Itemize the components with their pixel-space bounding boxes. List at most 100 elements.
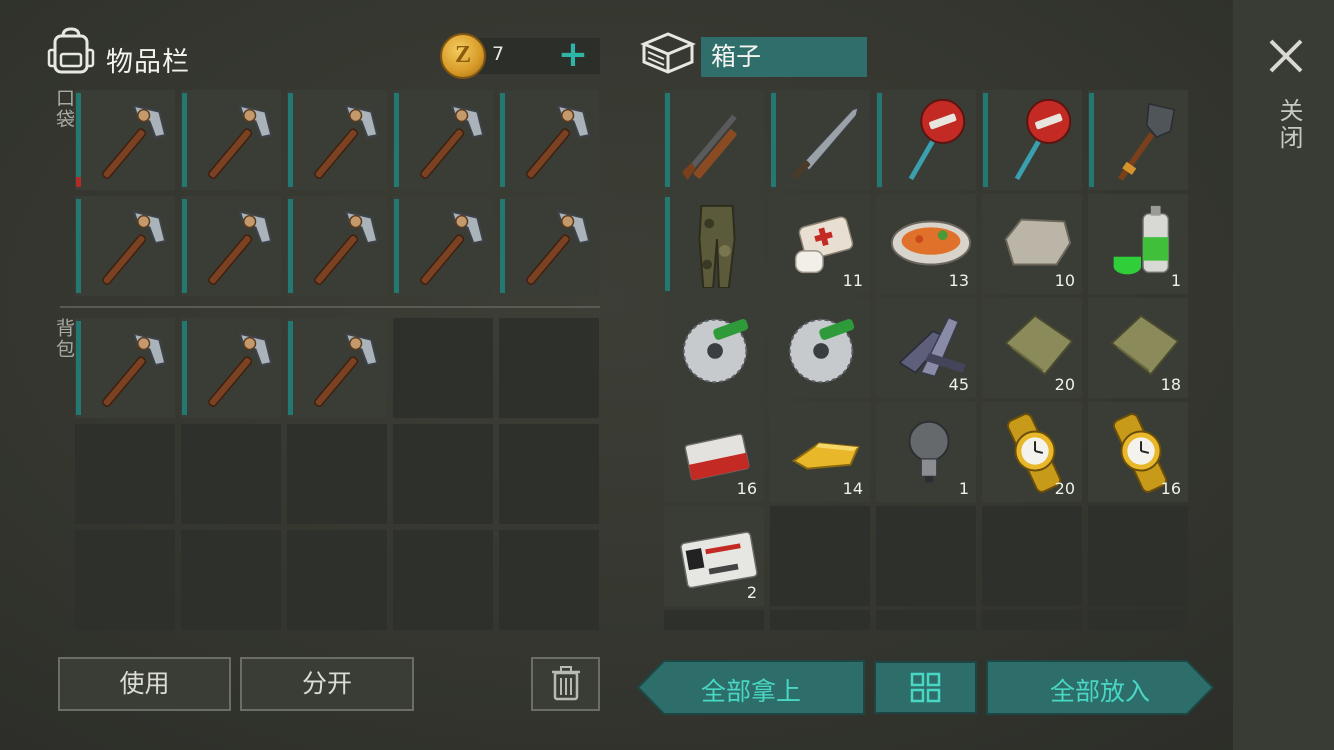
saw-blade-icon (682, 318, 749, 384)
durability-bar (76, 199, 81, 293)
shovel-icon (1118, 102, 1176, 181)
box-slot[interactable]: 18 (1088, 298, 1188, 398)
box-slot[interactable] (770, 298, 870, 398)
take-all-button[interactable]: 全部拿上 (636, 660, 866, 715)
box-grid-more-rows[interactable] (664, 610, 1188, 630)
durability-bar (500, 199, 505, 293)
backpack-slot[interactable] (181, 424, 281, 524)
add-coins-button[interactable]: + (558, 33, 588, 77)
backpack-slot[interactable] (499, 424, 599, 524)
pocket-slot[interactable] (181, 196, 281, 296)
trash-icon (552, 666, 580, 701)
close-icon[interactable] (1268, 38, 1304, 74)
backpack-slot[interactable] (75, 530, 175, 630)
durability-bar (394, 199, 399, 293)
pocket-grid (75, 90, 599, 296)
backpack-slot[interactable] (499, 318, 599, 418)
box-name-field[interactable]: 箱子 (701, 37, 867, 77)
box-slot[interactable] (1088, 506, 1188, 606)
stop-sign-axe-icon (1014, 98, 1072, 181)
use-button[interactable]: 使用 (58, 657, 231, 711)
box-slot[interactable]: 45 (876, 298, 976, 398)
backpack-slot[interactable] (287, 530, 387, 630)
sort-button[interactable] (874, 661, 977, 714)
box-slot[interactable] (770, 506, 870, 606)
durability-bar (182, 321, 187, 415)
item-quantity: 1 (1170, 271, 1181, 290)
item-quantity: 45 (948, 375, 969, 394)
box-slot[interactable]: 16 (1088, 402, 1188, 502)
item-quantity: 16 (1160, 479, 1181, 498)
split-button[interactable]: 分开 (240, 657, 414, 711)
durability-bar (76, 321, 81, 415)
machete-icon (791, 106, 860, 179)
box-slot[interactable]: 16 (664, 402, 764, 502)
pickaxe-icon (420, 210, 485, 285)
pickaxe-icon (314, 332, 379, 407)
pickaxe-icon (314, 210, 379, 285)
box-slot[interactable]: 10 (982, 194, 1082, 294)
durability-bar (500, 93, 505, 187)
box-slot[interactable]: 11 (770, 194, 870, 294)
inventory-title: 物品栏 (106, 47, 190, 78)
backpack-slot[interactable] (393, 530, 493, 630)
durability-bar (1089, 93, 1094, 187)
pocket-slot[interactable] (499, 196, 599, 296)
box-slot[interactable]: 13 (876, 194, 976, 294)
pocket-slot[interactable] (75, 90, 175, 190)
backpack-slot[interactable] (181, 318, 281, 418)
box-icon (640, 28, 696, 78)
box-slot[interactable] (876, 90, 976, 190)
backpack-icon (46, 26, 96, 76)
coin-counter: 7 + (440, 33, 600, 79)
box-slot[interactable] (664, 194, 764, 294)
box-slot[interactable]: 14 (770, 402, 870, 502)
durability-bar (983, 93, 988, 187)
backpack-slot[interactable] (393, 318, 493, 418)
durability-bar (665, 197, 670, 291)
box-slot[interactable] (664, 298, 764, 398)
box-slot[interactable]: 20 (982, 298, 1082, 398)
backpack-slot[interactable] (499, 530, 599, 630)
box-slot[interactable] (770, 90, 870, 190)
box-slot[interactable] (664, 90, 764, 190)
rifle-icon (681, 114, 737, 181)
backpack-slot[interactable] (393, 424, 493, 524)
close-label[interactable]: 关闭 (1272, 98, 1307, 152)
pickaxe-icon (208, 104, 273, 179)
box-slot[interactable]: 1 (1088, 194, 1188, 294)
pocket-slot[interactable] (181, 90, 281, 190)
durability-bar (182, 199, 187, 293)
divider (60, 306, 600, 308)
camo-pants-icon (698, 204, 736, 288)
pocket-slot[interactable] (393, 90, 493, 190)
box-slot[interactable] (982, 506, 1082, 606)
backpack-slot[interactable] (75, 318, 175, 418)
durability-bar (182, 93, 187, 187)
pickaxe-icon (102, 332, 167, 407)
durability-bar (288, 199, 293, 293)
box-slot[interactable]: 20 (982, 402, 1082, 502)
box-grid: 11 13 10 1 45 20 18 16 14 1 20 16 2 (664, 90, 1188, 606)
pocket-slot[interactable] (287, 196, 387, 296)
put-all-button[interactable]: 全部放入 (985, 660, 1215, 715)
backpack-slot[interactable] (181, 530, 281, 630)
pocket-slot[interactable] (75, 196, 175, 296)
backpack-slot[interactable] (287, 424, 387, 524)
item-quantity: 20 (1054, 479, 1075, 498)
grid-sort-icon (910, 672, 941, 703)
box-slot[interactable]: 2 (664, 506, 764, 606)
pocket-slot[interactable] (393, 196, 493, 296)
box-slot[interactable] (982, 90, 1082, 190)
pickaxe-icon (208, 210, 273, 285)
box-slot[interactable] (876, 506, 976, 606)
trash-button[interactable] (531, 657, 600, 711)
pickaxe-icon (526, 210, 591, 285)
backpack-slot[interactable] (75, 424, 175, 524)
pocket-slot[interactable] (287, 90, 387, 190)
coin-icon (440, 33, 486, 79)
box-slot[interactable]: 1 (876, 402, 976, 502)
pocket-slot[interactable] (499, 90, 599, 190)
backpack-slot[interactable] (287, 318, 387, 418)
box-slot[interactable] (1088, 90, 1188, 190)
